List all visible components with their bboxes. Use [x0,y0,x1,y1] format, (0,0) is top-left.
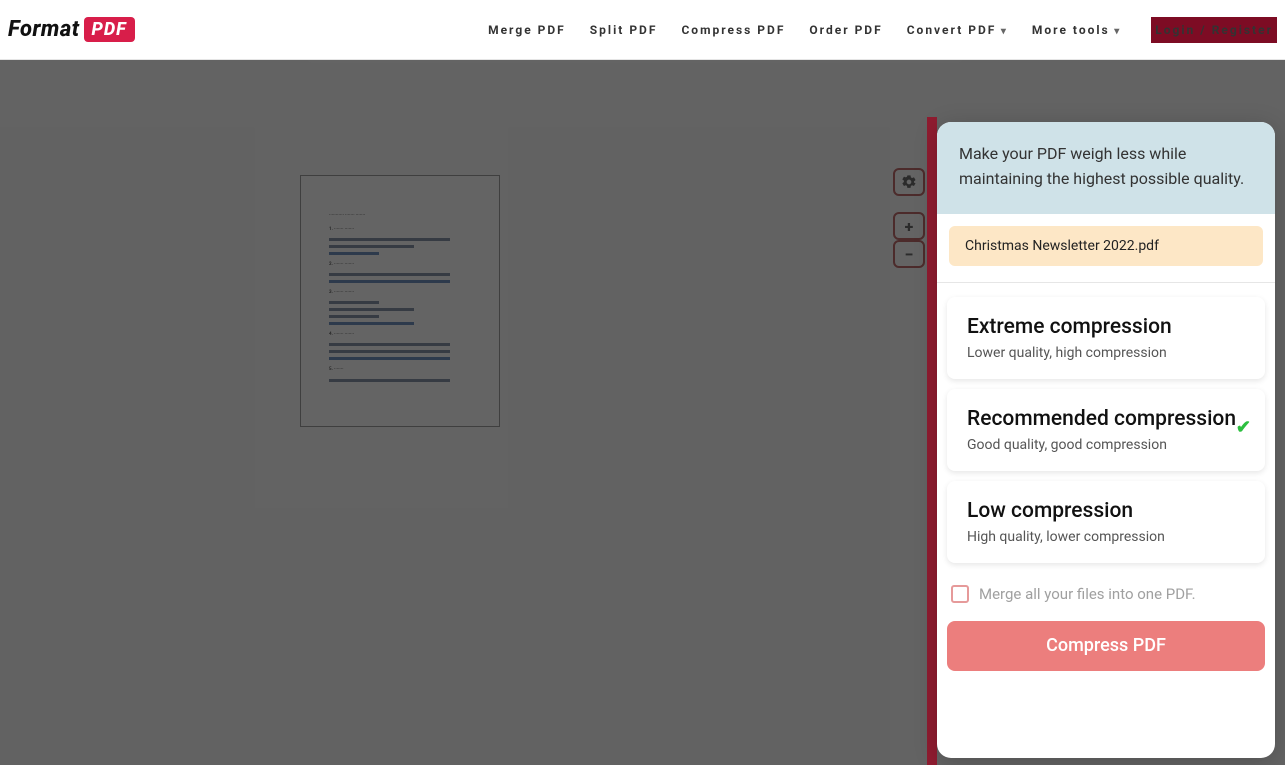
merge-row[interactable]: Merge all your files into one PDF. [937,563,1275,617]
nav-split[interactable]: Split PDF [586,17,662,43]
merge-checkbox[interactable] [951,585,969,603]
option-title: Low compression [967,499,1245,523]
nav-merge[interactable]: Merge PDF [484,17,570,43]
option-title: Recommended compression [967,407,1245,431]
compress-panel: Make your PDF weigh less while maintaini… [937,122,1275,758]
option-extreme[interactable]: Extreme compression Lower quality, high … [947,297,1265,379]
option-title: Extreme compression [967,315,1245,339]
option-desc: Good quality, good compression [967,437,1245,453]
logo-badge: PDF [84,17,135,42]
option-low[interactable]: Low compression High quality, lower comp… [947,481,1265,563]
option-recommended[interactable]: Recommended compression Good quality, go… [947,389,1265,471]
compression-options: Extreme compression Lower quality, high … [937,297,1275,563]
check-icon: ✔ [1236,417,1251,438]
nav-convert[interactable]: Convert PDF [903,17,1012,43]
header: Format PDF Merge PDF Split PDF Compress … [0,0,1285,60]
logo-text: Format [8,17,80,42]
main-nav: Merge PDF Split PDF Compress PDF Order P… [484,17,1277,43]
file-name-row[interactable]: Christmas Newsletter 2022.pdf [949,226,1263,266]
nav-order[interactable]: Order PDF [805,17,886,43]
nav-more[interactable]: More tools [1028,17,1125,43]
logo[interactable]: Format PDF [8,17,135,42]
panel-intro: Make your PDF weigh less while maintaini… [937,122,1275,214]
option-desc: High quality, lower compression [967,529,1245,545]
nav-compress[interactable]: Compress PDF [677,17,789,43]
nav-login[interactable]: Login / Register [1151,17,1277,43]
merge-label: Merge all your files into one PDF. [979,585,1196,603]
option-desc: Lower quality, high compression [967,345,1245,361]
divider [937,282,1275,283]
compress-button[interactable]: Compress PDF [947,621,1265,671]
panel-left-border [927,117,937,765]
